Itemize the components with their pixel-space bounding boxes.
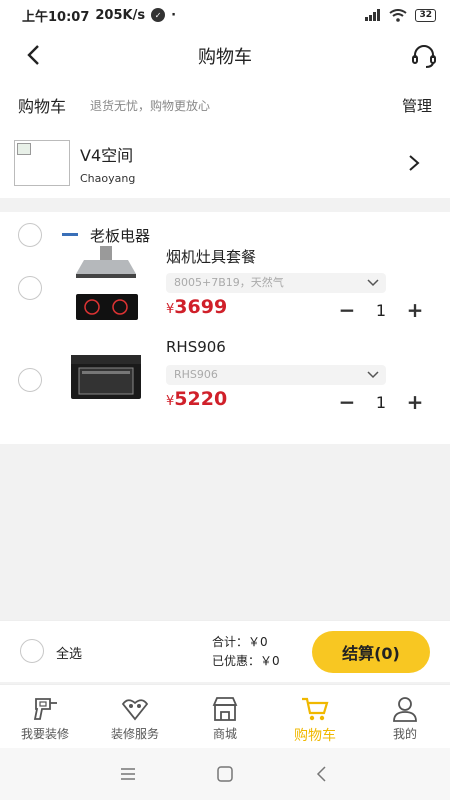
spec-select[interactable]: 8005+7B19，天然气 [166, 273, 386, 293]
spec-select[interactable]: RHS906 [166, 365, 386, 385]
store-image [14, 140, 70, 186]
decrease-button[interactable]: − [336, 390, 358, 414]
cart-subheader: 购物车 退货无忧，购物更放心 管理 [0, 82, 450, 128]
battery-icon: 32 [415, 8, 436, 22]
quantity-stepper: − 1 + [336, 390, 426, 414]
signal-icon [365, 9, 381, 21]
bottom-tab-bar: 我要装修 装修服务 商城 购物车 我的 [0, 684, 450, 748]
totals: 合计：￥0 已优惠：￥0 [212, 633, 280, 671]
brand-group-header: 老板电器 [0, 222, 450, 248]
decrease-button[interactable]: − [336, 298, 358, 322]
checkout-button[interactable]: 结算(0) [312, 631, 430, 673]
brand-name: 老板电器 [90, 227, 151, 245]
spec-value: 8005+7B19，天然气 [174, 276, 284, 289]
home-icon[interactable] [216, 765, 234, 783]
store-card[interactable]: V4空间 Chaoyang [0, 128, 450, 198]
system-nav-bar [0, 748, 450, 800]
profile-icon [393, 697, 417, 722]
select-all-label[interactable]: 全选 [56, 643, 82, 662]
brand-logo [62, 233, 78, 236]
product-image-range-hood[interactable] [70, 246, 142, 326]
status-time: 上午10:07 [22, 9, 90, 25]
product-price: ¥5220 [166, 388, 227, 410]
tab-label: 商城 [212, 727, 237, 741]
tab-mall[interactable]: 商城 [180, 685, 270, 748]
headset-icon[interactable] [410, 42, 438, 70]
price-value: 3699 [174, 296, 228, 318]
quantity-value[interactable]: 1 [376, 301, 386, 320]
tab-label: 装修服务 [110, 727, 159, 741]
tab-label: 我要装修 [20, 727, 69, 741]
menu-icon[interactable] [119, 765, 137, 783]
back-arrow-icon[interactable] [22, 43, 46, 67]
total-amount: 合计：￥0 [212, 635, 268, 649]
shield-icon: ✓ [151, 8, 166, 22]
status-bar: 上午10:07 205K/s ✓ · 32 [0, 0, 450, 30]
guarantee-hint: 退货无忧，购物更放心 [90, 98, 211, 113]
drill-icon [33, 698, 57, 720]
status-dot: · [171, 7, 177, 23]
checkout-bar: 全选 合计：￥0 已优惠：￥0 结算(0) [0, 620, 450, 682]
item-select-checkbox[interactable] [18, 368, 42, 392]
chevron-right-icon[interactable] [408, 154, 420, 172]
product-price: ¥3699 [166, 296, 227, 318]
product-image-steam-oven[interactable] [70, 354, 142, 404]
discount-amount: 已优惠：￥0 [212, 654, 280, 668]
cart-items-panel: 老板电器 烟机灶具套餐 8005+7B19，天然气 ¥3699 − 1 + RH… [0, 212, 450, 444]
chevron-down-icon [367, 371, 379, 379]
cart-label: 购物车 [18, 97, 67, 116]
increase-button[interactable]: + [404, 390, 426, 414]
cart-item: RHS906 RHS906 ¥5220 − 1 + [0, 338, 450, 424]
store-location: Chaoyang [80, 171, 136, 185]
tab-label: 购物车 [294, 728, 336, 744]
wifi-icon [389, 8, 408, 22]
quantity-stepper: − 1 + [336, 298, 426, 322]
page-title: 购物车 [198, 47, 252, 68]
spec-value: RHS906 [174, 368, 218, 381]
store-name: V4空间 [80, 145, 134, 165]
manage-button[interactable]: 管理 [402, 95, 432, 116]
tab-cart[interactable]: 购物车 [270, 685, 360, 748]
cart-item: 烟机灶具套餐 8005+7B19，天然气 ¥3699 − 1 + [0, 246, 450, 332]
quantity-value[interactable]: 1 [376, 393, 386, 412]
brand-select-checkbox[interactable] [18, 223, 42, 247]
product-name[interactable]: 烟机灶具套餐 [166, 246, 256, 267]
store-info: V4空间 Chaoyang [80, 142, 135, 185]
back-icon[interactable] [313, 765, 331, 783]
broken-image-icon [17, 143, 31, 155]
tab-service[interactable]: 装修服务 [90, 685, 180, 748]
tab-renovate[interactable]: 我要装修 [0, 685, 90, 748]
product-name[interactable]: RHS906 [166, 338, 226, 356]
price-value: 5220 [174, 388, 228, 410]
service-icon [121, 699, 149, 721]
select-all-checkbox[interactable] [20, 639, 44, 663]
status-net-speed: 205K/s [95, 7, 146, 23]
tab-label: 我的 [392, 727, 417, 741]
cart-icon [302, 697, 329, 721]
nav-bar: 购物车 [0, 30, 450, 82]
item-select-checkbox[interactable] [18, 276, 42, 300]
store-icon [212, 697, 238, 721]
tab-profile[interactable]: 我的 [360, 685, 450, 748]
increase-button[interactable]: + [404, 298, 426, 322]
chevron-down-icon [367, 279, 379, 287]
